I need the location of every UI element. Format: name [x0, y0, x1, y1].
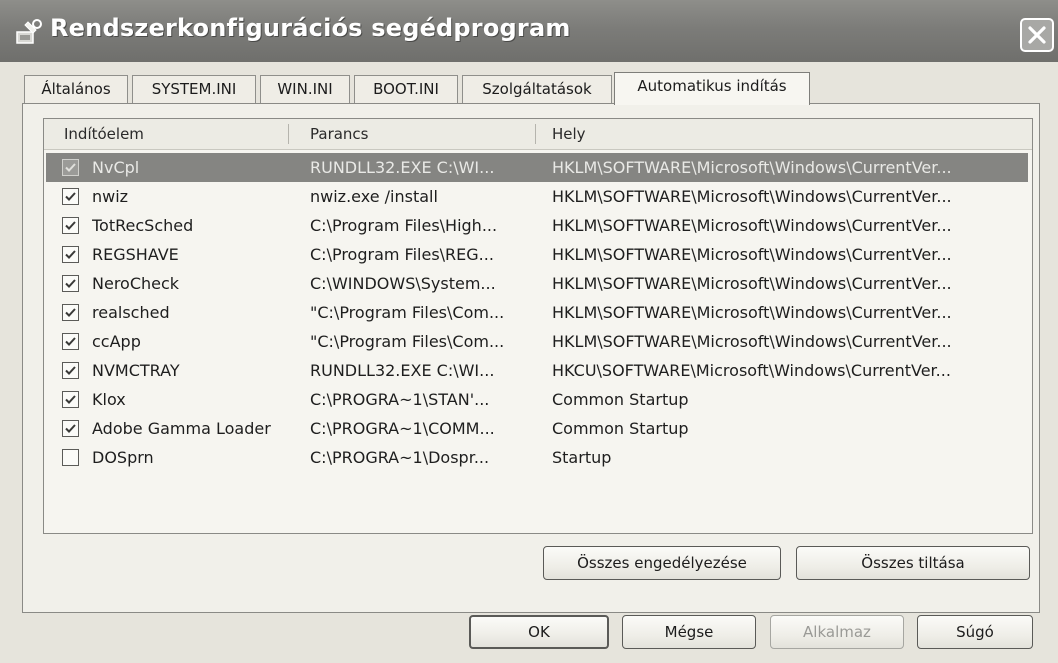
checkmark-icon: [65, 424, 76, 433]
cell-command: C:\WINDOWS\System...: [310, 274, 496, 293]
tab-system-ini[interactable]: SYSTEM.INI: [132, 75, 256, 103]
close-icon: [1028, 26, 1046, 44]
column-header-command[interactable]: Parancs: [310, 119, 530, 149]
cell-location: HKLM\SOFTWARE\Microsoft\Windows\CurrentV…: [552, 303, 952, 322]
cell-command: C:\Program Files\High...: [310, 216, 498, 235]
system-config-icon: [14, 18, 44, 48]
cell-item: NeroCheck: [92, 274, 180, 293]
checkmark-icon: [65, 395, 76, 404]
cell-location: HKLM\SOFTWARE\Microsoft\Windows\CurrentV…: [552, 187, 952, 206]
startup-checkbox[interactable]: [62, 188, 79, 205]
cell-item: Klox: [92, 390, 126, 409]
tab-win-ini[interactable]: WIN.INI: [260, 75, 350, 103]
column-divider[interactable]: [535, 124, 536, 144]
cell-location: HKLM\SOFTWARE\Microsoft\Windows\CurrentV…: [552, 332, 952, 351]
cell-location: HKLM\SOFTWARE\Microsoft\Windows\CurrentV…: [552, 158, 952, 177]
table-row[interactable]: REGSHAVE C:\Program Files\REG... HKLM\SOFT…: [46, 240, 1028, 269]
checkmark-icon: [65, 221, 76, 230]
apply-button[interactable]: Alkalmaz: [770, 615, 904, 649]
tab-general[interactable]: Általános: [24, 75, 128, 103]
startup-checkbox[interactable]: [62, 333, 79, 350]
close-button[interactable]: [1020, 18, 1054, 52]
tab-boot-ini[interactable]: BOOT.INI: [354, 75, 458, 103]
cell-item: DOSprn: [92, 448, 154, 467]
cell-location: HKLM\SOFTWARE\Microsoft\Windows\CurrentV…: [552, 216, 952, 235]
table-row[interactable]: NvCpl RUNDLL32.EXE C:\WI... HKLM\SOFTWARE\…: [46, 153, 1028, 182]
cell-item: ccApp: [92, 332, 141, 351]
table-row[interactable]: NeroCheck C:\WINDOWS\System... HKLM\SOFTWA…: [46, 269, 1028, 298]
startup-checkbox[interactable]: [62, 304, 79, 321]
cell-location: HKLM\SOFTWARE\Microsoft\Windows\CurrentV…: [552, 274, 952, 293]
cell-location: Common Startup: [552, 390, 689, 409]
checkmark-icon: [65, 279, 76, 288]
cell-location: Startup: [552, 448, 612, 467]
startup-checkbox[interactable]: [62, 449, 79, 466]
table-row[interactable]: Adobe Gamma Loader C:\PROGRA~1\COMM... Com…: [46, 414, 1028, 443]
cell-command: "C:\Program Files\Com...: [310, 332, 505, 351]
startup-checkbox[interactable]: [62, 420, 79, 437]
cell-item: nwiz: [92, 187, 129, 206]
cell-command: nwiz.exe /install: [310, 187, 438, 206]
startup-items-list[interactable]: Indítóelem Parancs Hely NvCpl RUNDLL32.EX…: [43, 118, 1033, 534]
startup-checkbox[interactable]: [62, 217, 79, 234]
startup-checkbox[interactable]: [62, 246, 79, 263]
startup-checkbox[interactable]: [62, 159, 79, 176]
cell-item: NVMCTRAY: [92, 361, 180, 380]
tab-startup[interactable]: Automatikus indítás: [614, 72, 810, 105]
table-row[interactable]: NVMCTRAY RUNDLL32.EXE C:\WI... HKCU\SOFTWA…: [46, 356, 1028, 385]
help-button[interactable]: Súgó: [917, 615, 1033, 649]
system-config-window: Rendszerkonfigurációs segédprogram Által…: [0, 0, 1058, 663]
window-title: Rendszerkonfigurációs segédprogram: [50, 14, 571, 42]
table-row[interactable]: ccApp "C:\Program Files\Com... HKLM\SOFTWA…: [46, 327, 1028, 356]
checkmark-icon: [65, 366, 76, 375]
ok-button[interactable]: OK: [469, 615, 609, 649]
table-row[interactable]: realsched "C:\Program Files\Com... HKLM\SO…: [46, 298, 1028, 327]
checkmark-icon: [65, 337, 76, 346]
cell-item: REGSHAVE: [92, 245, 179, 264]
list-header: Indítóelem Parancs Hely: [44, 119, 1032, 150]
cell-command: C:\Program Files\REG...: [310, 245, 494, 264]
table-row[interactable]: TotRecSched C:\Program Files\High... HKLM\…: [46, 211, 1028, 240]
cell-location: Common Startup: [552, 419, 689, 438]
column-header-item[interactable]: Indítóelem: [64, 119, 284, 149]
cell-location: HKLM\SOFTWARE\Microsoft\Windows\CurrentV…: [552, 245, 952, 264]
disable-all-button[interactable]: Összes tiltása: [796, 546, 1030, 580]
checkmark-icon: [65, 308, 76, 317]
table-row[interactable]: nwiz nwiz.exe /install HKLM\SOFTWARE\Micro…: [46, 182, 1028, 211]
title-bar[interactable]: Rendszerkonfigurációs segédprogram: [0, 0, 1058, 62]
startup-checkbox[interactable]: [62, 391, 79, 408]
cell-command: C:\PROGRA~1\STAN'...: [310, 390, 490, 409]
startup-checkbox[interactable]: [62, 362, 79, 379]
checkmark-icon: [65, 192, 76, 201]
tab-strip: Általános SYSTEM.INI WIN.INI BOOT.INI Sz…: [24, 72, 1024, 105]
cancel-button[interactable]: Mégse: [622, 615, 756, 649]
table-row[interactable]: DOSprn C:\PROGRA~1\Dospr... Startup: [46, 443, 1028, 472]
cell-command: C:\PROGRA~1\COMM...: [310, 419, 495, 438]
enable-all-button[interactable]: Összes engedélyezése: [543, 546, 781, 580]
cell-command: C:\PROGRA~1\Dospr...: [310, 448, 490, 467]
table-row[interactable]: Klox C:\PROGRA~1\STAN'... Common Startup: [46, 385, 1028, 414]
cell-item: TotRecSched: [92, 216, 194, 235]
cell-location: HKCU\SOFTWARE\Microsoft\Windows\CurrentV…: [552, 361, 951, 380]
cell-command: RUNDLL32.EXE C:\WI...: [310, 158, 495, 177]
cell-command: RUNDLL32.EXE C:\WI...: [310, 361, 495, 380]
cell-command: "C:\Program Files\Com...: [310, 303, 505, 322]
startup-checkbox[interactable]: [62, 275, 79, 292]
cell-item: realsched: [92, 303, 170, 322]
checkmark-icon: [65, 163, 76, 172]
cell-item: Adobe Gamma Loader: [92, 419, 271, 438]
cell-item: NvCpl: [92, 158, 140, 177]
column-header-location[interactable]: Hely: [552, 119, 1012, 149]
tab-services[interactable]: Szolgáltatások: [462, 75, 612, 103]
column-divider[interactable]: [288, 124, 289, 144]
checkmark-icon: [65, 250, 76, 259]
